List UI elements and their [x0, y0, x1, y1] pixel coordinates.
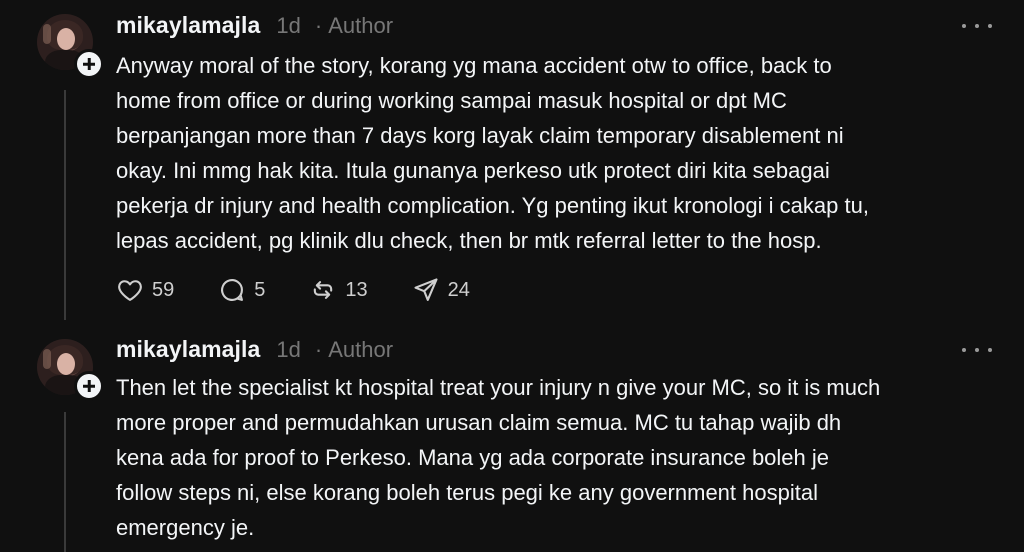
- username[interactable]: mikaylamajla: [116, 12, 260, 39]
- timestamp: 1d: [276, 13, 301, 38]
- share-icon: [414, 278, 438, 301]
- more-icon[interactable]: [962, 345, 992, 355]
- username[interactable]: mikaylamajla: [116, 336, 260, 363]
- repost-button[interactable]: 13: [309, 276, 368, 304]
- reply-count: 5: [254, 278, 266, 301]
- thread-post-1: mikaylamajla 1d · Author Anyway moral of…: [0, 0, 1024, 325]
- post-text: Anyway moral of the story, korang yg man…: [116, 53, 869, 253]
- thread-post-2: mikaylamajla 1d · Author Then let the sp…: [0, 325, 1024, 552]
- post-header: mikaylamajla 1d · Author: [116, 12, 393, 39]
- comment-icon: [221, 279, 244, 301]
- more-icon[interactable]: [962, 21, 992, 31]
- share-button[interactable]: 24: [412, 276, 470, 304]
- thread-line: [64, 90, 66, 320]
- repost-count: 13: [345, 278, 368, 301]
- author-label: Author: [328, 13, 394, 38]
- thread-line: [64, 412, 66, 552]
- separator-dot: ·: [314, 337, 323, 362]
- reply-button[interactable]: 5: [218, 276, 265, 304]
- like-button[interactable]: 59: [116, 276, 174, 304]
- heart-icon: [118, 280, 142, 301]
- post-header: mikaylamajla 1d · Author: [116, 336, 393, 363]
- timestamp: 1d: [276, 337, 301, 362]
- post-text: Then let the specialist kt hospital trea…: [116, 375, 881, 540]
- post-actions: 59 5 13 24: [116, 276, 514, 304]
- repost-icon: [314, 281, 333, 299]
- separator-dot: ·: [314, 13, 323, 38]
- author-label: Author: [328, 337, 394, 362]
- follow-plus-icon[interactable]: [74, 49, 104, 79]
- like-count: 59: [152, 278, 175, 301]
- share-count: 24: [447, 278, 470, 301]
- follow-plus-icon[interactable]: [74, 371, 104, 401]
